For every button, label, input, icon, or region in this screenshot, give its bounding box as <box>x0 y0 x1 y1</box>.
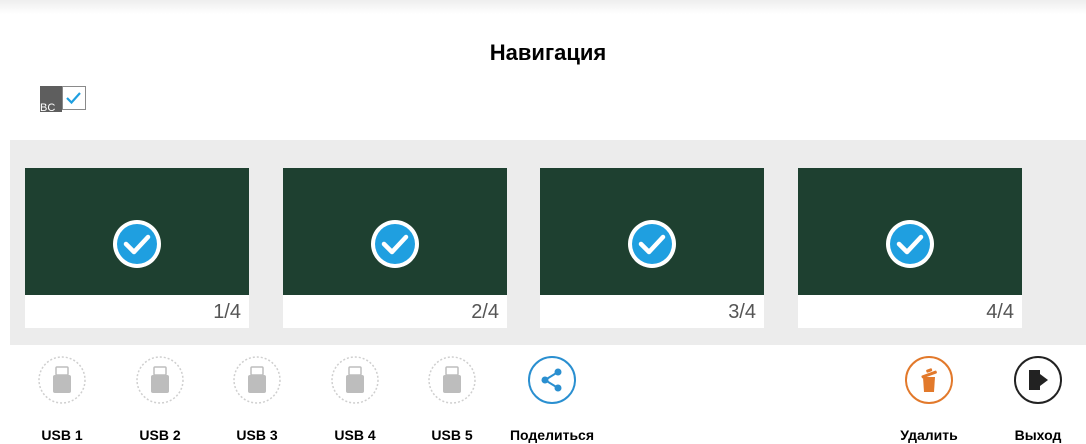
thumbnail-footer: 3/4 <box>540 295 764 328</box>
usb-2-label: USB 2 <box>139 427 181 443</box>
share-button[interactable]: Поделиться <box>510 355 594 444</box>
delete-label: Удалить <box>900 427 958 443</box>
page-thumbnails-area: 1/4 2/4 3/4 4/4 <box>10 140 1086 345</box>
page-thumbnail[interactable]: 1/4 <box>25 168 249 328</box>
share-icon <box>528 356 576 404</box>
usb-drive-icon <box>136 356 184 404</box>
select-all-checkbox[interactable] <box>62 86 86 110</box>
usb-drive-icon <box>38 356 86 404</box>
checkmark-icon <box>66 92 81 105</box>
usb-drive-icon <box>428 356 476 404</box>
header: Навигация BC <box>10 14 1086 140</box>
usb-4-button[interactable]: USB 4 <box>315 355 395 444</box>
page-number: 4/4 <box>986 301 1014 323</box>
exit-icon <box>1014 356 1062 404</box>
trash-icon <box>905 356 953 404</box>
top-shadow <box>0 0 1086 14</box>
usb-2-button[interactable]: USB 2 <box>120 355 200 444</box>
usb-drive-icon <box>331 356 379 404</box>
usb-1-button[interactable]: USB 1 <box>22 355 102 444</box>
page-number: 2/4 <box>471 301 499 323</box>
select-all-toggle[interactable]: BC <box>40 86 100 114</box>
selected-check-icon[interactable] <box>626 218 678 270</box>
usb-3-label: USB 3 <box>236 427 278 443</box>
thumbnail-footer: 1/4 <box>25 295 249 328</box>
usb-4-label: USB 4 <box>334 427 376 443</box>
selected-check-icon[interactable] <box>111 218 163 270</box>
selected-check-icon[interactable] <box>369 218 421 270</box>
page-thumbnail[interactable]: 3/4 <box>540 168 764 328</box>
page-title: Навигация <box>489 40 607 65</box>
exit-label: Выход <box>1014 427 1062 443</box>
page-number: 3/4 <box>728 301 756 323</box>
exit-button[interactable]: Выход <box>998 355 1078 444</box>
selected-check-icon[interactable] <box>884 218 936 270</box>
delete-button[interactable]: Удалить <box>889 355 969 444</box>
thumbnail-footer: 4/4 <box>798 295 1022 328</box>
usb-drive-icon <box>233 356 281 404</box>
usb-5-label: USB 5 <box>431 427 473 443</box>
share-label: Поделиться <box>509 427 595 443</box>
select-all-abbr: BC <box>40 102 56 114</box>
usb-5-button[interactable]: USB 5 <box>412 355 492 444</box>
page-thumbnail[interactable]: 2/4 <box>283 168 507 328</box>
thumbnail-footer: 2/4 <box>283 295 507 328</box>
page-thumbnail[interactable]: 4/4 <box>798 168 1022 328</box>
page-number: 1/4 <box>213 301 241 323</box>
usb-1-label: USB 1 <box>41 427 83 443</box>
usb-3-button[interactable]: USB 3 <box>217 355 297 444</box>
